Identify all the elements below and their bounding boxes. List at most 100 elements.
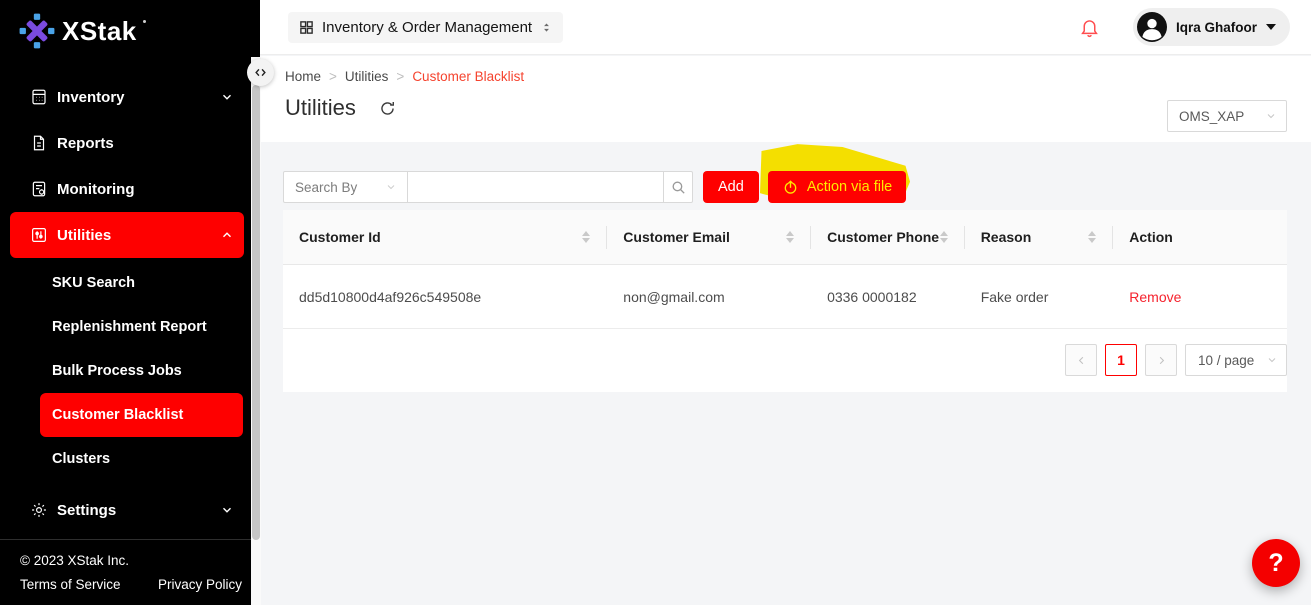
avatar: [1137, 12, 1167, 42]
sidebar-item-monitoring[interactable]: Monitoring: [10, 166, 244, 212]
app-selector-dropdown[interactable]: Inventory & Order Management: [288, 12, 563, 43]
sidebar-scrollbar-thumb[interactable]: [252, 85, 260, 540]
chevron-down-icon: [385, 181, 397, 193]
column-label: Customer Email: [623, 229, 730, 245]
chevron-down-icon: [1265, 110, 1277, 122]
search-icon[interactable]: [663, 171, 693, 203]
sidebar-item-inventory[interactable]: Inventory: [10, 74, 244, 120]
sidebar-item-label: Settings: [57, 502, 116, 519]
sidebar-subitem-customer-blacklist[interactable]: Customer Blacklist: [40, 393, 243, 437]
remove-link[interactable]: Remove: [1129, 289, 1181, 305]
subitem-label: Bulk Process Jobs: [52, 363, 182, 379]
sidebar: XStak Inventory Reports: [0, 0, 260, 605]
action-via-file-label: Action via file: [807, 179, 892, 195]
settings-icon: [30, 501, 48, 519]
column-label: Reason: [981, 229, 1032, 245]
page-title: Utilities: [285, 95, 356, 121]
column-label: Action: [1129, 229, 1173, 245]
breadcrumb-home[interactable]: Home: [285, 69, 321, 84]
cell-customer-phone: 0336 0000182: [811, 265, 965, 328]
chevron-down-icon: [1266, 354, 1278, 366]
brand-logo[interactable]: XStak: [0, 0, 260, 50]
brand-name: XStak: [62, 16, 137, 47]
app-root: XStak Inventory Reports: [0, 0, 1311, 605]
sidebar-item-label: Utilities: [57, 227, 111, 244]
user-name: Iqra Ghafoor: [1176, 20, 1257, 35]
cell-customer-email: non@gmail.com: [607, 265, 811, 328]
table-header: Customer Id Customer Email Customer Phon…: [283, 210, 1287, 265]
reports-icon: [30, 134, 48, 152]
sidebar-item-reports[interactable]: Reports: [10, 120, 244, 166]
toolbar: Search By Add Action via file: [283, 171, 1287, 203]
app-selector-label: Inventory & Order Management: [322, 19, 532, 36]
content: Search By Add Action via file: [260, 142, 1311, 605]
column-header-reason[interactable]: Reason: [965, 210, 1114, 264]
inventory-icon: [30, 88, 48, 106]
user-menu[interactable]: Iqra Ghafoor: [1133, 8, 1290, 46]
monitoring-icon: [30, 180, 48, 198]
copyright-text: © 2023 XStak Inc.: [20, 553, 242, 568]
pagination-prev-icon[interactable]: [1065, 344, 1097, 376]
privacy-policy-link[interactable]: Privacy Policy: [158, 577, 242, 592]
notification-bell-icon[interactable]: [1079, 17, 1100, 38]
chevron-down-icon: [220, 90, 234, 104]
page-head: Home > Utilities > Customer Blacklist Ut…: [260, 56, 1311, 142]
sort-icon: [582, 231, 590, 243]
sidebar-subitem-sku-search[interactable]: SKU Search: [40, 261, 243, 305]
sidebar-subitem-bulk-process-jobs[interactable]: Bulk Process Jobs: [40, 349, 243, 393]
column-header-customer-phone[interactable]: Customer Phone: [811, 210, 965, 264]
column-header-customer-email[interactable]: Customer Email: [607, 210, 811, 264]
caret-down-icon: [1266, 24, 1276, 30]
sidebar-item-label: Inventory: [57, 89, 125, 106]
search-by-select[interactable]: Search By: [283, 171, 408, 203]
column-header-action: Action: [1113, 210, 1287, 264]
breadcrumb: Home > Utilities > Customer Blacklist: [285, 56, 1311, 84]
page-size-select[interactable]: 10 / page: [1185, 344, 1287, 376]
grid-icon: [299, 20, 314, 35]
utilities-submenu: SKU Search Replenishment Report Bulk Pro…: [0, 258, 260, 481]
action-via-file-button[interactable]: Action via file: [768, 171, 906, 203]
sidebar-menu: Inventory Reports Monitoring: [0, 74, 260, 533]
trademark-dot: [143, 20, 146, 23]
sidebar-item-utilities[interactable]: Utilities: [10, 212, 244, 258]
workspace-value: OMS_XAP: [1179, 109, 1244, 124]
column-header-customer-id[interactable]: Customer Id: [283, 210, 607, 264]
sidebar-subitem-replenishment-report[interactable]: Replenishment Report: [40, 305, 243, 349]
breadcrumb-current: Customer Blacklist: [412, 69, 524, 84]
breadcrumb-separator: >: [329, 69, 337, 84]
terms-of-service-link[interactable]: Terms of Service: [20, 577, 121, 592]
pagination-next-icon[interactable]: [1145, 344, 1177, 376]
refresh-icon[interactable]: [378, 99, 397, 118]
sidebar-subitem-clusters[interactable]: Clusters: [40, 437, 243, 481]
breadcrumb-separator: >: [396, 69, 404, 84]
sidebar-item-label: Monitoring: [57, 181, 134, 198]
breadcrumb-utilities[interactable]: Utilities: [345, 69, 389, 84]
cell-customer-id: dd5d10800d4af926c549508e: [283, 265, 607, 328]
help-button[interactable]: ?: [1252, 539, 1300, 587]
code-arrows-icon: [253, 65, 268, 80]
subitem-label: SKU Search: [52, 275, 135, 291]
pagination-page-1[interactable]: 1: [1105, 344, 1137, 376]
sort-icon: [940, 231, 948, 243]
sidebar-collapse-toggle[interactable]: [247, 59, 274, 86]
upload-icon: [782, 179, 799, 196]
column-label: Customer Id: [299, 229, 381, 245]
subitem-label: Clusters: [52, 451, 110, 467]
sort-icon: [786, 231, 794, 243]
xstak-logo-icon: [18, 12, 56, 50]
updown-selector-icon: [540, 20, 553, 35]
topbar: Inventory & Order Management Iqra Ghafoo…: [260, 0, 1311, 55]
subitem-label: Customer Blacklist: [52, 407, 183, 423]
sort-icon: [1088, 231, 1096, 243]
add-button[interactable]: Add: [703, 171, 759, 203]
pagination: 1 10 / page: [283, 344, 1287, 376]
subitem-label: Replenishment Report: [52, 319, 207, 335]
sidebar-item-settings[interactable]: Settings: [10, 487, 244, 533]
cell-reason: Fake order: [965, 265, 1114, 328]
utilities-icon: [30, 226, 48, 244]
page-size-value: 10 / page: [1198, 353, 1254, 368]
column-label: Customer Phone: [827, 229, 939, 245]
workspace-select[interactable]: OMS_XAP: [1167, 100, 1287, 132]
search-input[interactable]: [407, 171, 664, 203]
table-row: dd5d10800d4af926c549508e non@gmail.com 0…: [283, 265, 1287, 329]
